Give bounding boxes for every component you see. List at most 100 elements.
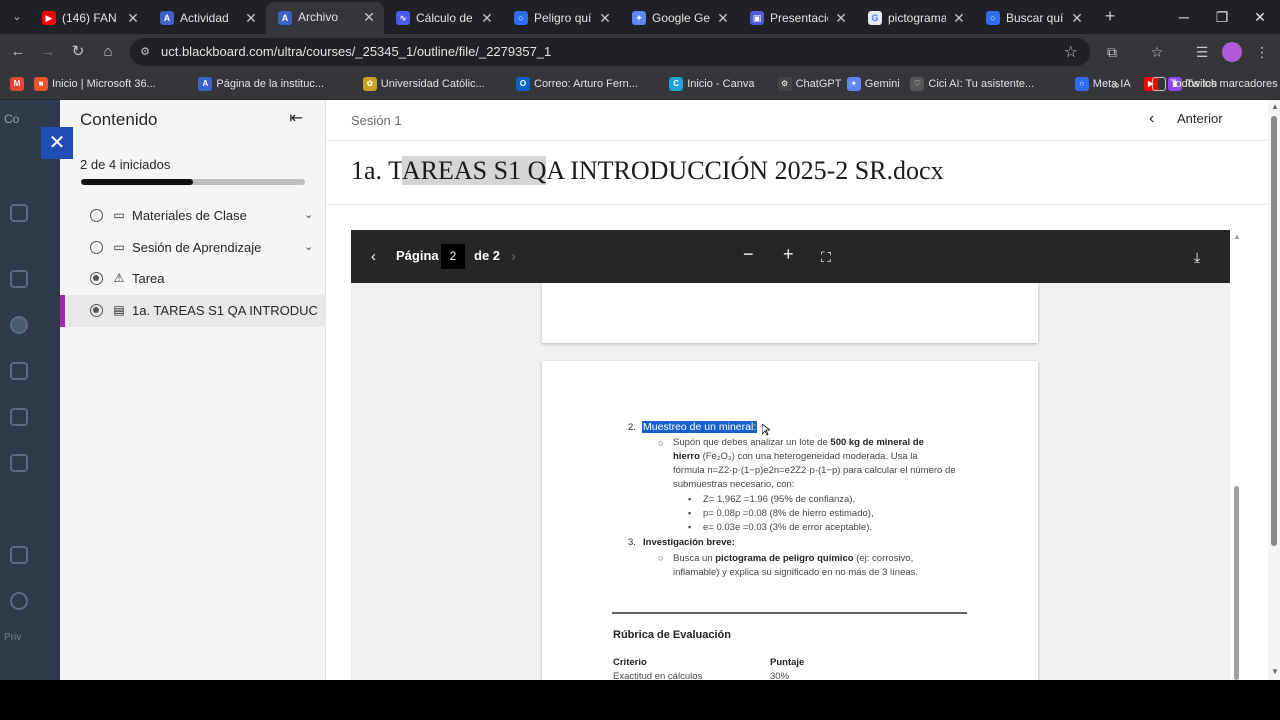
- tab-5[interactable]: ○ Peligro quími ✕: [502, 4, 620, 32]
- close-tab-icon[interactable]: ✕: [126, 4, 140, 32]
- close-tab-icon[interactable]: ✕: [362, 2, 376, 32]
- bookmark-star-icon[interactable]: ☆: [1064, 42, 1078, 62]
- tab-9[interactable]: ○ Buscar quími ✕: [974, 4, 1092, 32]
- close-tab-icon[interactable]: ✕: [598, 4, 612, 32]
- restore-icon[interactable]: ❐: [1204, 4, 1240, 30]
- close-tab-icon[interactable]: ✕: [244, 4, 258, 32]
- sidebar-item-3[interactable]: ⚠ Tarea: [60, 263, 326, 295]
- background-footer-text: Priv: [4, 632, 22, 643]
- sidebar-item-2[interactable]: ▭ Sesión de Aprendizaje ⌄: [60, 232, 326, 264]
- back-icon[interactable]: ←: [8, 42, 28, 62]
- page-number-input[interactable]: 2: [441, 244, 465, 269]
- reload-icon[interactable]: ↻: [68, 42, 88, 62]
- viewer-toolbar: ‹ Página 2 de 2 › − + ⛶ ⤓: [351, 230, 1230, 283]
- close-tab-icon[interactable]: ✕: [716, 4, 730, 32]
- bookmark-4[interactable]: ✿ Universidad Católic...: [362, 70, 485, 98]
- close-tab-icon[interactable]: ✕: [1070, 4, 1084, 32]
- tools-icon: [10, 546, 28, 564]
- scrollbar-thumb[interactable]: [1271, 116, 1277, 546]
- bookmark-10[interactable]: ○ Meta IA: [1074, 70, 1131, 98]
- blackboard-icon: A: [160, 11, 174, 25]
- scroll-down-icon[interactable]: ▼: [1271, 667, 1279, 676]
- scroll-up-icon[interactable]: ▲: [1233, 232, 1241, 241]
- bookmark-8[interactable]: ✦ Gemini: [846, 70, 900, 98]
- content-sidebar: Contenido ⇤ 2 de 4 iniciados ▭ Materiales…: [60, 100, 326, 680]
- next-page-icon[interactable]: ›: [511, 247, 516, 267]
- bookmark-9[interactable]: ♡ Cici AI: Tu asistente...: [910, 70, 1034, 98]
- home-icon[interactable]: ⌂: [98, 42, 118, 62]
- bookmark-1[interactable]: M: [10, 70, 28, 98]
- close-tab-icon[interactable]: ✕: [952, 4, 966, 32]
- new-tab-button[interactable]: +: [1100, 6, 1120, 26]
- bookmark-6[interactable]: C Inicio - Canva: [669, 70, 754, 98]
- close-panel-button[interactable]: ✕: [41, 127, 73, 159]
- tab-2[interactable]: A Actividad ✕: [148, 4, 266, 32]
- selected-text[interactable]: Muestreo de un mineral:: [642, 421, 758, 433]
- courses-icon: [10, 362, 28, 380]
- previous-button[interactable]: ‹ Anterior: [1149, 110, 1223, 128]
- close-tab-icon[interactable]: ✕: [834, 4, 848, 32]
- document-scrollbar[interactable]: ▲: [1231, 230, 1243, 680]
- tab-label: (146) FAN: [62, 11, 117, 25]
- gmail-icon: M: [10, 77, 24, 92]
- bookmark-label: Inicio - Canva: [687, 78, 755, 90]
- forward-icon[interactable]: →: [38, 42, 58, 62]
- address-bar[interactable]: ⚙ uct.blackboard.com/ultra/courses/_2534…: [130, 38, 1090, 66]
- scroll-up-icon[interactable]: ▲: [1271, 102, 1279, 111]
- tab-8[interactable]: Gpictogramas ✕: [856, 4, 974, 32]
- canva-icon: C: [669, 77, 684, 92]
- collapse-sidebar-icon[interactable]: ⇤: [286, 109, 306, 129]
- browser-chrome: ⌄ ▶ (146) FAN ✕ A Actividad ✕ A Archivo ✕ ∿ Cálcul…: [0, 0, 1280, 100]
- scrollbar-thumb[interactable]: [1234, 486, 1239, 680]
- sidebar-item-label: 1a. TAREAS S1 QA INTRODUCCI...: [132, 302, 317, 318]
- all-bookmarks[interactable]: Todos los marcadores: [1152, 70, 1278, 98]
- folder-icon: ▭: [113, 208, 125, 222]
- status-icon: [90, 209, 103, 222]
- blackboard-icon: A: [278, 11, 292, 25]
- tab-4[interactable]: ∿ Cálculo de su ✕: [384, 4, 502, 32]
- zoom-in-icon[interactable]: +: [783, 244, 794, 264]
- close-tab-icon[interactable]: ✕: [480, 4, 494, 32]
- list-number: 2.: [628, 422, 636, 433]
- sidebar-item-4[interactable]: ▤ 1a. TAREAS S1 QA INTRODUCCI...: [60, 294, 326, 327]
- tab-3[interactable]: A Archivo ✕: [266, 2, 384, 34]
- profile-avatar[interactable]: [1222, 42, 1242, 62]
- bookmarks-bar: M ■ Inicio | Microsoft 36... A Página de la …: [0, 70, 1280, 100]
- table-header: Criterio: [613, 657, 647, 668]
- chevron-down-icon[interactable]: ⌄: [304, 208, 313, 221]
- sidebar-item-label: Materiales de Clase: [132, 208, 247, 223]
- table-cell: Exactitud en cálculos: [613, 671, 703, 680]
- tab-strip-icon[interactable]: ☰: [1192, 42, 1212, 62]
- paragraph-line: fórmula n=Z2·p·(1−p)e2n=e2Z2·p·(1−p) par…: [673, 465, 956, 476]
- breadcrumb[interactable]: Sesión 1: [351, 113, 402, 128]
- bookmarks-overflow-icon[interactable]: »: [1112, 70, 1120, 98]
- page-scrollbar[interactable]: ▲ ▼: [1268, 100, 1280, 680]
- bookmark-7[interactable]: ⚙ ChatGPT: [777, 70, 841, 98]
- bookmark-2[interactable]: ■ Inicio | Microsoft 36...: [34, 70, 156, 98]
- download-icon[interactable]: ⤓: [1194, 247, 1200, 267]
- close-window-icon[interactable]: ✕: [1242, 4, 1278, 30]
- prev-page-icon[interactable]: ‹: [371, 247, 376, 267]
- chevron-down-icon[interactable]: ⌄: [304, 240, 313, 253]
- site-info-icon[interactable]: ⚙: [138, 45, 152, 59]
- tab-6[interactable]: ✦ Google Gemi ✕: [620, 4, 738, 32]
- sidebar-item-1[interactable]: ▭ Materiales de Clase ⌄: [60, 200, 326, 232]
- minimize-icon[interactable]: ─: [1166, 4, 1202, 30]
- tab-1[interactable]: ▶ (146) FAN ✕: [30, 4, 148, 32]
- bookmark-label: Inicio | Microsoft 36...: [52, 78, 156, 90]
- bookmark-label: Gemini: [864, 78, 900, 90]
- paragraph-line: submuestras necesario, con:: [673, 479, 795, 490]
- bookmarks-icon[interactable]: ☆: [1147, 42, 1167, 62]
- document-viewer: ‹ Página 2 de 2 › − + ⛶ ⤓ 2. Muestreo de…: [351, 230, 1230, 680]
- zoom-out-icon[interactable]: −: [743, 244, 754, 264]
- tab-7[interactable]: ▣ Presentación ✕: [738, 4, 856, 32]
- tab-search-icon[interactable]: ⌄: [8, 8, 26, 26]
- menu-icon[interactable]: ⋮: [1252, 42, 1272, 62]
- globe-icon: [10, 316, 28, 334]
- paragraph-line: Z= 1.96Z =1.96 (95% de confianza),: [703, 494, 856, 505]
- bookmark-3[interactable]: A Página de la instituc...: [198, 70, 324, 98]
- bookmark-5[interactable]: O Correo: Arturo Fern...: [516, 70, 638, 98]
- extensions-icon[interactable]: ⧉: [1102, 42, 1122, 62]
- assignment-icon: ⚠: [113, 271, 125, 285]
- fullscreen-icon[interactable]: ⛶: [821, 247, 831, 267]
